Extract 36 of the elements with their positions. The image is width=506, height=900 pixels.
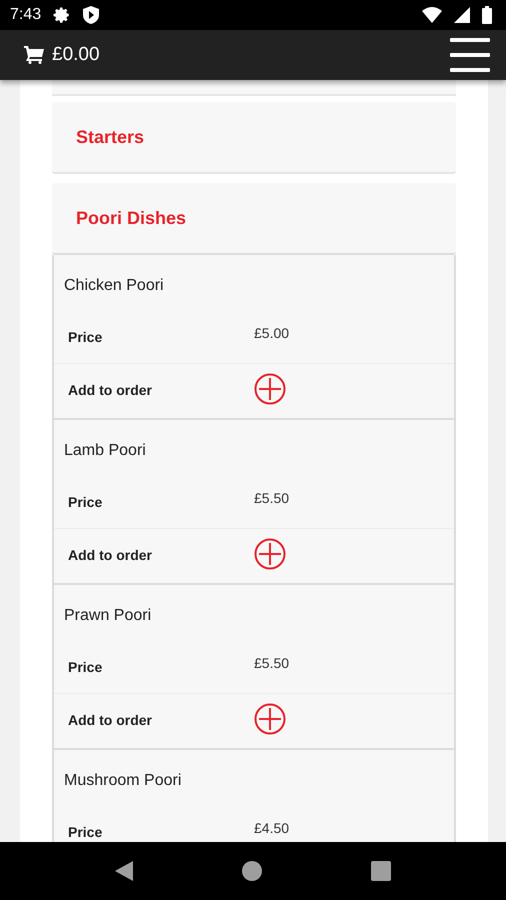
status-time: 7:43 xyxy=(10,6,42,24)
add-button[interactable] xyxy=(254,373,288,407)
home-icon[interactable] xyxy=(242,861,262,881)
signal-icon xyxy=(454,7,470,23)
dish-name: Lamb Poori xyxy=(63,441,147,461)
category-header[interactable]: Poori Dishes xyxy=(52,183,456,255)
cart-total: £0.00 xyxy=(52,44,100,66)
dish-price: £5.50 xyxy=(254,490,290,506)
recents-icon[interactable] xyxy=(371,861,392,881)
menu-button[interactable] xyxy=(450,38,490,72)
price-label: Price xyxy=(68,329,104,345)
shield-play-icon xyxy=(83,6,100,24)
category-header[interactable]: Starters xyxy=(52,102,456,174)
menu-icon xyxy=(450,38,490,72)
dish-name: Prawn Poori xyxy=(63,606,152,626)
dish-name: Mushroom Poori xyxy=(63,771,182,791)
plus-circle-icon xyxy=(254,538,286,570)
dish-price: £5.50 xyxy=(254,655,290,671)
add-button[interactable] xyxy=(254,703,288,737)
dish-name: Chicken Poori xyxy=(63,276,165,296)
plus-circle-icon xyxy=(254,703,286,735)
plus-circle-icon xyxy=(254,373,286,405)
add-to-order-label: Add to order xyxy=(68,547,153,563)
back-icon[interactable] xyxy=(114,861,133,881)
cart-icon[interactable] xyxy=(24,46,44,64)
price-label: Price xyxy=(68,824,104,840)
price-label: Price xyxy=(68,659,104,675)
add-to-order-label: Add to order xyxy=(68,382,153,398)
price-label: Price xyxy=(68,494,104,510)
add-to-order-label: Add to order xyxy=(68,712,153,728)
dish-price: £5.00 xyxy=(254,325,290,341)
add-button[interactable] xyxy=(254,538,288,572)
wifi-icon xyxy=(422,7,442,23)
gear-icon xyxy=(53,6,72,24)
dish-price: £4.50 xyxy=(254,820,290,836)
battery-icon xyxy=(482,6,492,24)
